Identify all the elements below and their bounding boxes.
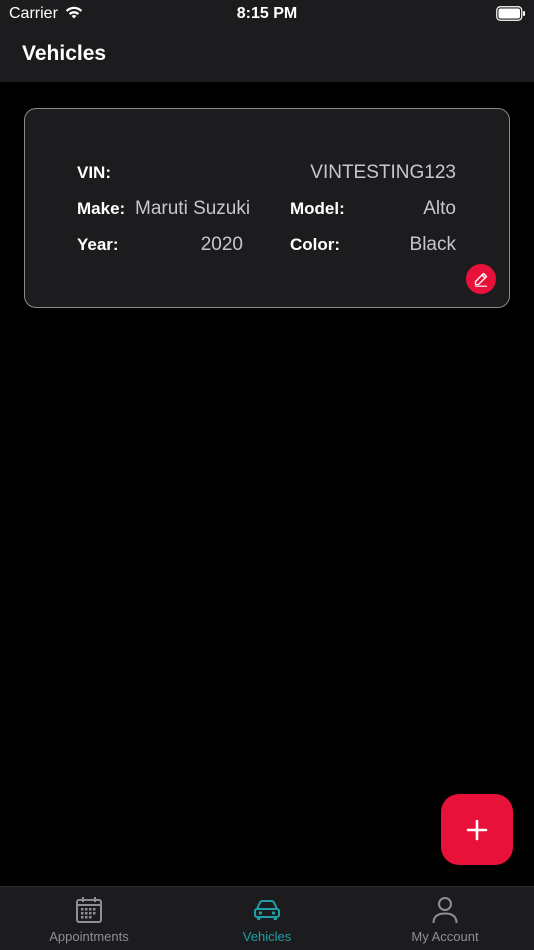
- year-value: 2020: [200, 234, 243, 255]
- status-bar: Carrier 8:15 PM: [0, 0, 534, 28]
- add-vehicle-button[interactable]: [441, 794, 513, 865]
- model-label: Model:: [290, 199, 345, 218]
- screen: Carrier 8:15 PM Vehicles VIN: VINTESTING…: [0, 0, 534, 950]
- make-label: Make:: [77, 199, 126, 218]
- person-icon: [432, 897, 458, 924]
- tab-my-account[interactable]: My Account: [356, 887, 534, 950]
- color-label: Color:: [290, 235, 341, 254]
- color-value: Black: [409, 234, 456, 255]
- vehicle-card[interactable]: VIN: VINTESTING123 Make: Maruti Suzuki M…: [24, 108, 510, 308]
- tab-bar: Appointments Vehicles My Account: [0, 886, 534, 950]
- year-label: Year:: [77, 235, 119, 254]
- navigation-bar: Vehicles: [0, 28, 534, 82]
- status-time: 8:15 PM: [236, 5, 298, 22]
- calendar-icon: [76, 897, 102, 923]
- plus-icon: [466, 819, 488, 840]
- page-title: Vehicles: [22, 42, 107, 65]
- vin-value: VINTESTING123: [310, 162, 456, 183]
- tab-label-my-account: My Account: [411, 929, 479, 944]
- tab-appointments[interactable]: Appointments: [0, 887, 178, 950]
- edit-vehicle-button[interactable]: [466, 264, 496, 294]
- tab-vehicles[interactable]: Vehicles: [178, 887, 356, 950]
- model-value: Alto: [423, 198, 456, 219]
- vin-label: VIN:: [77, 163, 111, 182]
- pencil-icon: [474, 272, 488, 287]
- tab-label-vehicles: Vehicles: [242, 929, 292, 944]
- car-icon: [254, 900, 280, 920]
- battery-icon: [496, 6, 525, 21]
- make-value: Maruti Suzuki: [135, 198, 251, 219]
- tab-label-appointments: Appointments: [49, 929, 129, 944]
